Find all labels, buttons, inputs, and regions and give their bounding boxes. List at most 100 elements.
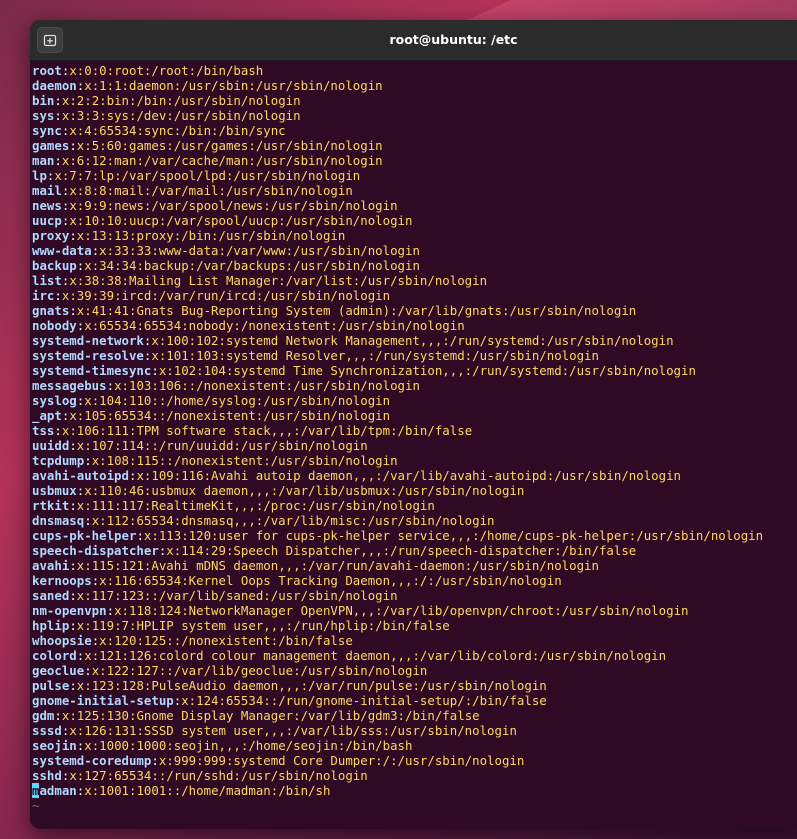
- username-field: nobody: [32, 318, 77, 333]
- username-field: nm-openvpn: [32, 603, 107, 618]
- username-field: systemd-timesync: [32, 363, 152, 378]
- passwd-fields: x:107:114::/run/uuidd:/usr/sbin/nologin: [76, 438, 368, 453]
- username-field: systemd-network: [32, 333, 144, 348]
- username-field: lp: [32, 168, 47, 183]
- terminal-line: colord:x:121:126:colord colour managemen…: [32, 648, 797, 663]
- passwd-fields: x:108:115::/nonexistent:/usr/sbin/nologi…: [91, 453, 398, 468]
- passwd-fields: x:123:128:PulseAudio daemon,,,:/var/run/…: [76, 678, 547, 693]
- username-field: avahi-autoipd: [32, 468, 129, 483]
- terminal-line: geoclue:x:122:127::/var/lib/geoclue:/usr…: [32, 663, 797, 678]
- terminal-line: cups-pk-helper:x:113:120:user for cups-p…: [32, 528, 797, 543]
- passwd-fields: x:38:38:Mailing List Manager:/var/list:/…: [69, 273, 488, 288]
- passwd-fields: x:113:120:user for cups-pk-helper servic…: [143, 528, 764, 543]
- terminal-line: usbmux:x:110:46:usbmux daemon,,,:/var/li…: [32, 483, 797, 498]
- username-field: gnats: [32, 303, 70, 318]
- username-field: cups-pk-helper: [32, 528, 137, 543]
- field-separator: :: [106, 378, 115, 393]
- terminal-line: kernoops:x:116:65534:Kernel Oops Trackin…: [32, 573, 797, 588]
- field-separator: :: [54, 288, 62, 303]
- terminal-line: syslog:x:104:110::/home/syslog:/usr/sbin…: [32, 393, 797, 408]
- terminal-line: man:x:6:12:man:/var/cache/man:/usr/sbin/…: [32, 153, 797, 168]
- field-separator: :: [69, 303, 77, 318]
- terminal-line: tcpdump:x:108:115::/nonexistent:/usr/sbi…: [32, 453, 797, 468]
- terminal-line: systemd-resolve:x:101:103:systemd Resolv…: [32, 348, 797, 363]
- terminal-window: root@ubuntu: /etc root:x:0:0:root:/root:…: [30, 20, 797, 829]
- terminal-line: gnome-initial-setup:x:124:65534::/run/gn…: [32, 693, 797, 708]
- username-field: systemd-coredump: [32, 753, 152, 768]
- terminal-line: messagebus:x:103:106::/nonexistent:/usr/…: [32, 378, 797, 393]
- terminal-line: root:x:0:0:root:/root:/bin/bash: [32, 63, 797, 78]
- terminal-line: uuidd:x:107:114::/run/uuidd:/usr/sbin/no…: [32, 438, 797, 453]
- username-field: pulse: [32, 678, 70, 693]
- terminal-line: news:x:9:9:news:/var/spool/news:/usr/sbi…: [32, 198, 797, 213]
- passwd-fields: x:105:65534::/nonexistent:/usr/sbin/nolo…: [69, 408, 391, 423]
- passwd-fields: x:6:12:man:/var/cache/man:/usr/sbin/nolo…: [61, 153, 383, 168]
- terminal-line: list:x:38:38:Mailing List Manager:/var/l…: [32, 273, 797, 288]
- terminal-line: nm-openvpn:x:118:124:NetworkManager Open…: [32, 603, 797, 618]
- username-field: tcpdump: [32, 453, 85, 468]
- field-separator: :: [54, 108, 62, 123]
- passwd-fields: x:10:10:uucp:/var/spool/uucp:/usr/sbin/n…: [69, 213, 413, 228]
- terminal-line: lp:x:7:7:lp:/var/spool/lpd:/usr/sbin/nol…: [32, 168, 797, 183]
- passwd-fields: x:117:123::/var/lib/saned:/usr/sbin/nolo…: [76, 588, 398, 603]
- terminal-line: systemd-network:x:100:102:systemd Networ…: [32, 333, 797, 348]
- username-field: tss: [32, 423, 55, 438]
- terminal-line: gnats:x:41:41:Gnats Bug-Reporting System…: [32, 303, 797, 318]
- terminal-line: mail:x:8:8:mail:/var/mail:/usr/sbin/nolo…: [32, 183, 797, 198]
- username-field: irc: [32, 288, 55, 303]
- terminal-line: tss:x:106:111:TPM software stack,,,:/var…: [32, 423, 797, 438]
- passwd-fields: x:2:2:bin:/bin:/usr/sbin/nologin: [61, 93, 301, 108]
- passwd-fields: x:5:60:games:/usr/games:/usr/sbin/nologi…: [76, 138, 383, 153]
- passwd-fields: x:127:65534::/run/sshd:/usr/sbin/nologin: [69, 768, 368, 783]
- field-separator: :: [69, 588, 77, 603]
- username-field: sys: [32, 108, 55, 123]
- terminal-line: gdm:x:125:130:Gnome Display Manager:/var…: [32, 708, 797, 723]
- username-field: proxy: [32, 228, 70, 243]
- passwd-fields: x:114:29:Speech Dispatcher,,,:/run/speec…: [166, 543, 637, 558]
- passwd-fields: x:103:106::/nonexistent:/usr/sbin/nologi…: [114, 378, 420, 393]
- terminal-line: saned:x:117:123::/var/lib/saned:/usr/sbi…: [32, 588, 797, 603]
- terminal-line: daemon:x:1:1:daemon:/usr/sbin:/usr/sbin/…: [32, 78, 797, 93]
- terminal-line: systemd-coredump:x:999:999:systemd Core …: [32, 753, 797, 768]
- terminal-line: bin:x:2:2:bin:/bin:/usr/sbin/nologin: [32, 93, 797, 108]
- field-separator: :: [84, 453, 92, 468]
- terminal-line: hplip:x:119:7:HPLIP system user,,,:/run/…: [32, 618, 797, 633]
- username-field: adman: [39, 783, 77, 798]
- terminal-output[interactable]: root:x:0:0:root:/root:/bin/bash daemon:x:…: [30, 61, 797, 813]
- username-field: mail: [32, 183, 62, 198]
- username-field: list: [32, 273, 62, 288]
- passwd-fields: x:102:104:systemd Time Synchronization,,…: [158, 363, 696, 378]
- username-field: news: [32, 198, 62, 213]
- passwd-fields: x:121:126:colord colour management daemo…: [84, 648, 667, 663]
- username-field: bin: [32, 93, 55, 108]
- username-field: dnsmasq: [32, 513, 85, 528]
- field-separator: :: [69, 618, 77, 633]
- terminal-line: speech-dispatcher:x:114:29:Speech Dispat…: [32, 543, 797, 558]
- username-field: daemon: [32, 78, 77, 93]
- terminal-line: www-data:x:33:33:www-data:/var/www:/usr/…: [32, 243, 797, 258]
- field-separator: :: [54, 423, 62, 438]
- username-field: man: [32, 153, 55, 168]
- terminal-line: sys:x:3:3:sys:/dev:/usr/sbin/nologin: [32, 108, 797, 123]
- field-separator: :: [136, 528, 144, 543]
- terminal-line: sync:x:4:65534:sync:/bin:/bin/sync: [32, 123, 797, 138]
- passwd-fields: x:65534:65534:nobody:/nonexistent:/usr/s…: [84, 318, 465, 333]
- passwd-fields: x:9:9:news:/var/spool/news:/usr/sbin/nol…: [69, 198, 398, 213]
- username-field: uuidd: [32, 438, 70, 453]
- terminal-line: nobody:x:65534:65534:nobody:/nonexistent…: [32, 318, 797, 333]
- username-field: systemd-resolve: [32, 348, 144, 363]
- passwd-fields: x:120:125::/nonexistent:/bin/false: [99, 633, 353, 648]
- terminal-line: backup:x:34:34:backup:/var/backups:/usr/…: [32, 258, 797, 273]
- username-field: kernoops: [32, 573, 92, 588]
- terminal-line: sssd:x:126:131:SSSD system user,,,:/var/…: [32, 723, 797, 738]
- passwd-fields: x:3:3:sys:/dev:/usr/sbin/nologin: [61, 108, 301, 123]
- username-field: seojin: [32, 738, 77, 753]
- passwd-fields: x:33:33:www-data:/var/www:/usr/sbin/nolo…: [99, 243, 420, 258]
- passwd-fields: x:122:127::/var/lib/geoclue:/usr/sbin/no…: [91, 663, 428, 678]
- terminal-line: whoopsie:x:120:125::/nonexistent:/bin/fa…: [32, 633, 797, 648]
- field-separator: :: [69, 138, 77, 153]
- passwd-fields: x:13:13:proxy:/bin:/usr/sbin/nologin: [76, 228, 346, 243]
- field-separator: :: [69, 498, 77, 513]
- field-separator: :: [106, 603, 115, 618]
- username-field: geoclue: [32, 663, 85, 678]
